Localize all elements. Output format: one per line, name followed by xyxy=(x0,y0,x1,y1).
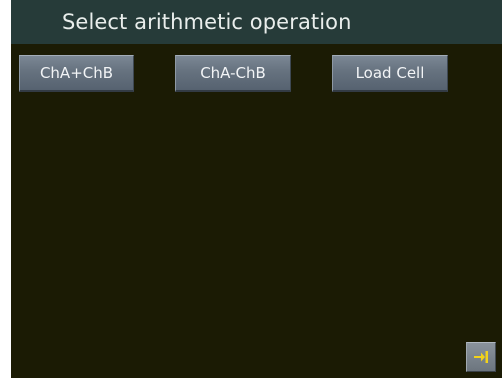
display-screen: Select arithmetic operation ChA+ChB ChA-… xyxy=(11,0,502,378)
exit-arrow-icon xyxy=(474,351,488,363)
title-bar: Select arithmetic operation xyxy=(11,0,502,44)
load-cell-button[interactable]: Load Cell xyxy=(332,55,448,92)
exit-button[interactable] xyxy=(466,342,496,372)
device-frame: Select arithmetic operation ChA+ChB ChA-… xyxy=(0,0,502,381)
page-title: Select arithmetic operation xyxy=(62,10,352,34)
cha-minus-chb-label: ChA-ChB xyxy=(200,64,266,82)
cha-plus-chb-label: ChA+ChB xyxy=(39,64,114,82)
cha-plus-chb-button[interactable]: ChA+ChB xyxy=(19,55,134,92)
cha-minus-chb-button[interactable]: ChA-ChB xyxy=(175,55,291,92)
load-cell-label: Load Cell xyxy=(355,64,425,82)
